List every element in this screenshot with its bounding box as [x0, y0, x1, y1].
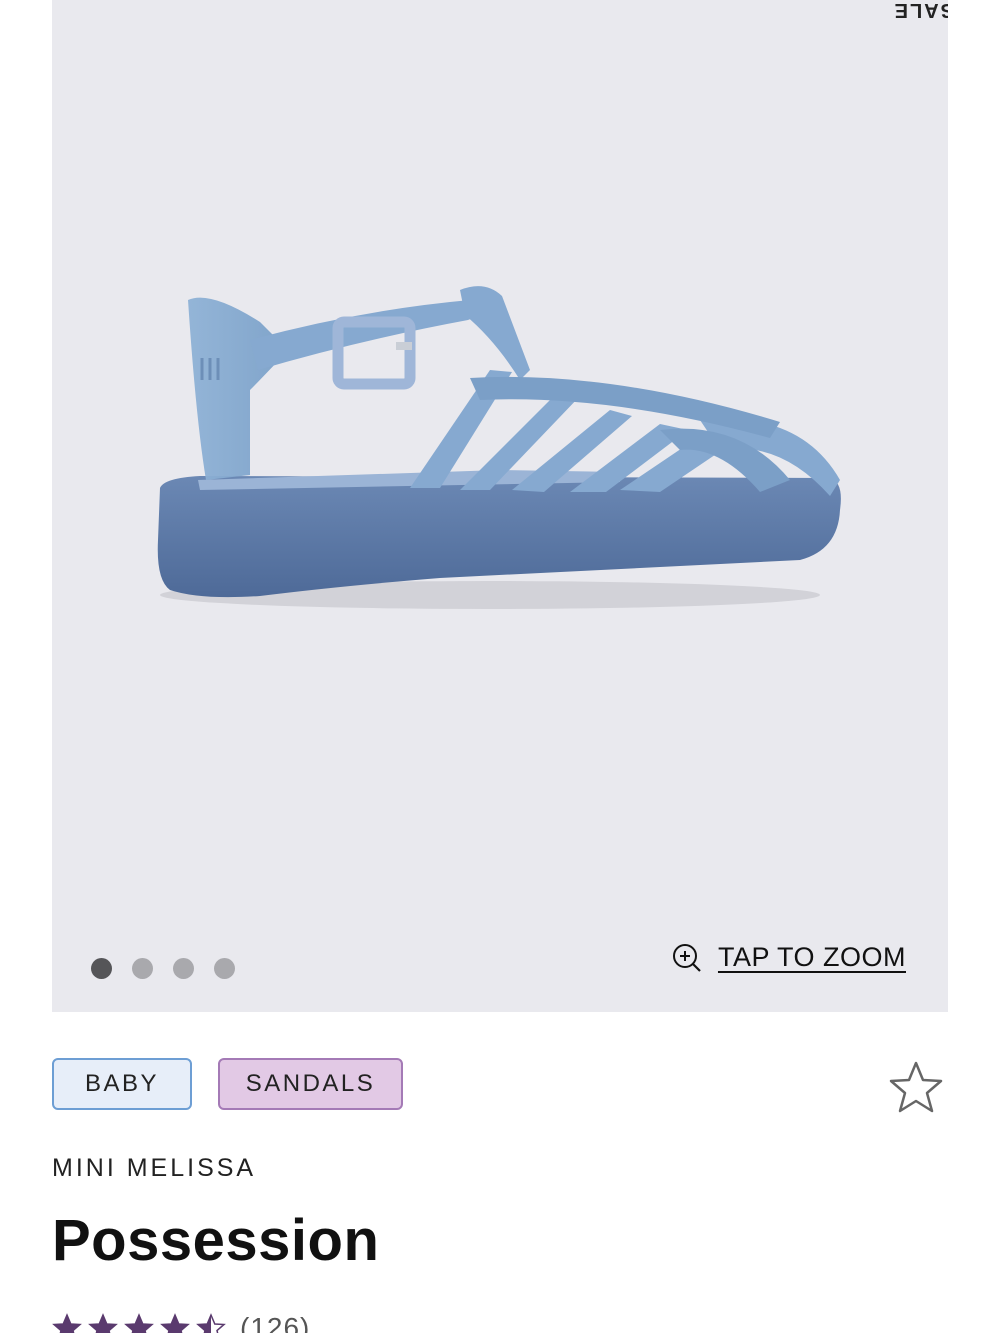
tap-to-zoom-label: TAP TO ZOOM: [717, 942, 906, 972]
carousel-dot[interactable]: [214, 958, 235, 979]
carousel-dot[interactable]: [91, 958, 112, 979]
review-count[interactable]: (126): [240, 1312, 310, 1333]
rating-star-icon: [88, 1313, 118, 1333]
product-brand[interactable]: MINI MELISSA: [52, 1154, 256, 1183]
carousel-dot[interactable]: [132, 958, 153, 979]
carousel-dot[interactable]: [173, 958, 194, 979]
favorite-star-icon[interactable]: [886, 1058, 946, 1118]
sale-badge-text: SALE: [893, 0, 948, 21]
product-title: Possession: [52, 1208, 380, 1273]
rating-stars: [52, 1313, 226, 1333]
tag-sandals[interactable]: SANDALS: [218, 1058, 403, 1110]
tap-to-zoom-button[interactable]: TAP TO ZOOM: [672, 942, 906, 973]
carousel-dots: [91, 958, 235, 979]
product-rating[interactable]: (126): [52, 1312, 310, 1333]
product-image: [157, 286, 841, 609]
sale-badge: SALE: [893, 0, 948, 21]
category-tags: BABY SANDALS: [52, 1058, 403, 1110]
rating-star-icon: [196, 1313, 226, 1333]
product-page: SALE TAP TO ZOOM BABY SANDALS MINI MELIS…: [0, 0, 1000, 1333]
zoom-in-icon: [672, 943, 701, 972]
rating-star-icon: [124, 1313, 154, 1333]
product-gallery[interactable]: SALE TAP TO ZOOM: [52, 0, 948, 1012]
rating-star-icon: [52, 1313, 82, 1333]
rating-star-icon: [160, 1313, 190, 1333]
tag-baby[interactable]: BABY: [52, 1058, 192, 1110]
